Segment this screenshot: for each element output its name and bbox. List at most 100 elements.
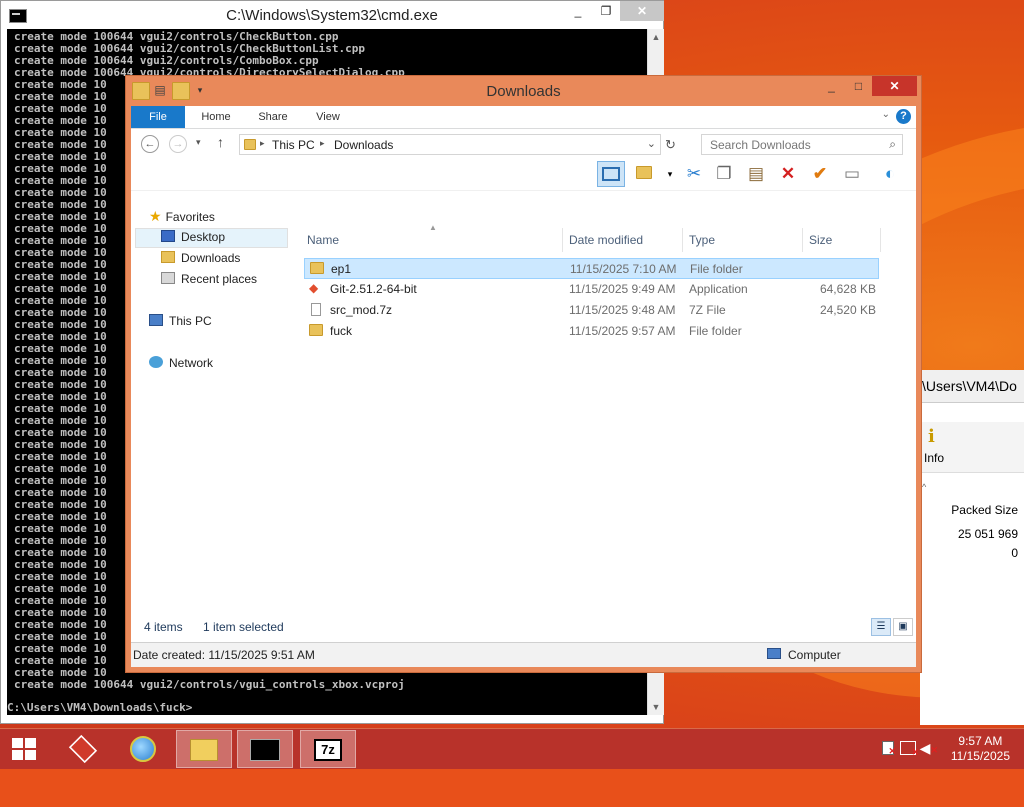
paste-icon[interactable]: ▤	[745, 163, 767, 185]
windows-logo-icon	[12, 738, 36, 760]
sevenzip-column-header[interactable]: Packed Size	[920, 500, 1024, 522]
tab-share[interactable]: Share	[249, 106, 297, 128]
file-date: 11/15/2025 7:10 AM	[570, 262, 677, 276]
large-icons-view-icon[interactable]: ▣	[893, 618, 913, 636]
cmd-icon	[250, 739, 280, 761]
column-date-modified[interactable]: Date modified	[563, 228, 683, 252]
cmd-minimize-button[interactable]: _	[564, 1, 592, 21]
item-count: 4 items	[144, 620, 183, 634]
app-icon	[68, 734, 98, 764]
file-size: 64,628 KB	[819, 282, 876, 296]
forward-button[interactable]: →	[169, 135, 187, 153]
cmd-taskbar-button[interactable]	[237, 730, 293, 768]
explorer-window[interactable]: ▤ ▾ Downloads _ □ ✕ File Home Share View…	[125, 75, 922, 673]
sevenzip-toolbar: i Info	[920, 422, 1024, 473]
nav-downloads[interactable]: Downloads	[161, 249, 240, 268]
breadcrumb-separator-icon[interactable]: ▸	[260, 138, 265, 149]
clock[interactable]: 9:57 AM 11/15/2025	[951, 734, 1010, 764]
info-button-label[interactable]: Info	[924, 451, 944, 465]
tab-home[interactable]: Home	[191, 106, 241, 128]
folder-icon	[190, 739, 218, 761]
back-button[interactable]: ←	[141, 135, 159, 153]
file-name: ep1	[331, 262, 352, 276]
cut-icon[interactable]: ✂	[683, 163, 705, 185]
explorer-titlebar[interactable]: ▤ ▾ Downloads _ □ ✕	[126, 76, 921, 106]
cmd-titlebar[interactable]: C:\Windows\System32\cmd.exe _ ❐ ✕	[1, 1, 664, 29]
location-computer: Computer	[788, 648, 841, 662]
network-tray-icon[interactable]: ✕	[900, 741, 919, 757]
nav-this-pc[interactable]: This PC	[149, 312, 212, 331]
sevenzip-window[interactable]: \Users\VM4\Do i Info ^ Packed Size 25 05…	[920, 370, 1024, 725]
scroll-down-icon[interactable]: ▼	[648, 699, 664, 715]
cmd-maximize-button[interactable]: ❐	[592, 1, 620, 21]
nav-favorites[interactable]: ★ Favorites	[149, 207, 215, 226]
column-name[interactable]: Name	[301, 228, 563, 252]
file-row[interactable]: ep1 11/15/2025 7:10 AM File folder	[304, 258, 879, 279]
file-type: File folder	[689, 324, 742, 338]
preview-pane-icon[interactable]	[597, 161, 625, 187]
start-button[interactable]	[0, 730, 48, 768]
ribbon-expand-icon[interactable]: ⌄	[882, 109, 890, 120]
packed-size-value: 25 051 969	[957, 527, 1018, 541]
details-view-icon[interactable]: ☰	[871, 618, 891, 636]
copy-icon[interactable]: ❐	[713, 163, 735, 185]
volume-muted-icon[interactable]: ◀✕	[920, 740, 938, 757]
file-type: Application	[689, 282, 748, 296]
up-button[interactable]: ↑	[217, 134, 224, 150]
column-type[interactable]: Type	[683, 228, 803, 252]
action-center-icon[interactable]: ✕	[882, 741, 896, 756]
scroll-up-icon[interactable]: ▲	[648, 29, 664, 45]
explorer-maximize-button[interactable]: □	[845, 76, 872, 96]
search-placeholder: Search Downloads	[710, 138, 811, 152]
info-icon[interactable]: i	[928, 426, 942, 447]
file-row[interactable]: ◆ Git-2.51.2-64-bit 11/15/2025 9:49 AM A…	[304, 279, 879, 300]
details-bar: Date created: 11/15/2025 9:51 AM Compute…	[131, 642, 916, 667]
globe-icon[interactable]: ◐	[879, 163, 901, 185]
packed-size-header[interactable]: Packed Size	[951, 503, 1018, 517]
recent-locations-icon[interactable]: ▾	[196, 137, 201, 148]
7zip-icon: 7z	[314, 739, 342, 761]
toolbar-dropdown-icon[interactable]: ▾	[659, 163, 681, 185]
properties-icon[interactable]: ▭	[841, 163, 863, 185]
browser-taskbar-button[interactable]	[115, 730, 171, 768]
tab-file[interactable]: File	[131, 106, 185, 128]
cmd-close-button[interactable]: ✕	[620, 1, 664, 21]
breadcrumb-downloads[interactable]: Downloads	[334, 138, 393, 152]
nav-recent-places[interactable]: Recent places	[161, 270, 257, 289]
sevenzip-column-arrow: ^	[922, 482, 927, 492]
cmd-prompt[interactable]: C:\Users\VM4\Downloads\fuck>	[7, 701, 192, 714]
file-row[interactable]: fuck 11/15/2025 9:57 AM File folder	[304, 321, 879, 342]
breadcrumb-separator-icon[interactable]: ▸	[320, 138, 325, 149]
file-explorer-taskbar-button[interactable]	[176, 730, 232, 768]
refresh-icon[interactable]: ↻	[665, 137, 676, 153]
nav-desktop[interactable]: Desktop	[161, 228, 225, 247]
clock-time: 9:57 AM	[958, 734, 1003, 748]
explorer-close-button[interactable]: ✕	[872, 76, 917, 96]
recent-places-icon	[161, 272, 175, 284]
nav-recent-label: Recent places	[181, 272, 258, 286]
nav-downloads-label: Downloads	[181, 251, 241, 265]
search-input[interactable]: Search Downloads ⌕	[701, 134, 903, 155]
rename-icon[interactable]: ✔	[809, 163, 831, 185]
help-icon[interactable]: ?	[896, 109, 911, 124]
file-name: src_mod.7z	[330, 303, 393, 317]
date-created: Date created: 11/15/2025 9:51 AM	[133, 648, 315, 662]
nav-network[interactable]: Network	[149, 354, 213, 373]
folder-options-icon[interactable]	[633, 163, 655, 185]
explorer-content: File Home Share View ⌄ ? ← → ▾ ↑ ▸ This …	[131, 106, 916, 667]
tab-view[interactable]: View	[305, 106, 351, 128]
star-icon: ★	[149, 208, 162, 224]
file-row[interactable]: src_mod.7z 11/15/2025 9:48 AM 7Z File 24…	[304, 300, 879, 321]
app-taskbar-button[interactable]	[55, 730, 111, 768]
address-dropdown-icon[interactable]: ⌄	[647, 137, 656, 150]
column-size[interactable]: Size	[803, 228, 881, 252]
packed-size-value: 0	[1011, 546, 1018, 560]
file-type: File folder	[690, 262, 743, 276]
delete-icon[interactable]: ✕	[777, 163, 799, 185]
search-icon[interactable]: ⌕	[889, 137, 896, 152]
breadcrumb-this-pc[interactable]: This PC	[272, 138, 315, 152]
sevenzip-path[interactable]: \Users\VM4\Do	[920, 370, 1024, 403]
7zip-taskbar-button[interactable]: 7z	[300, 730, 356, 768]
explorer-minimize-button[interactable]: _	[818, 76, 845, 96]
address-bar[interactable]: ▸ This PC ▸ Downloads ⌄	[239, 134, 661, 155]
